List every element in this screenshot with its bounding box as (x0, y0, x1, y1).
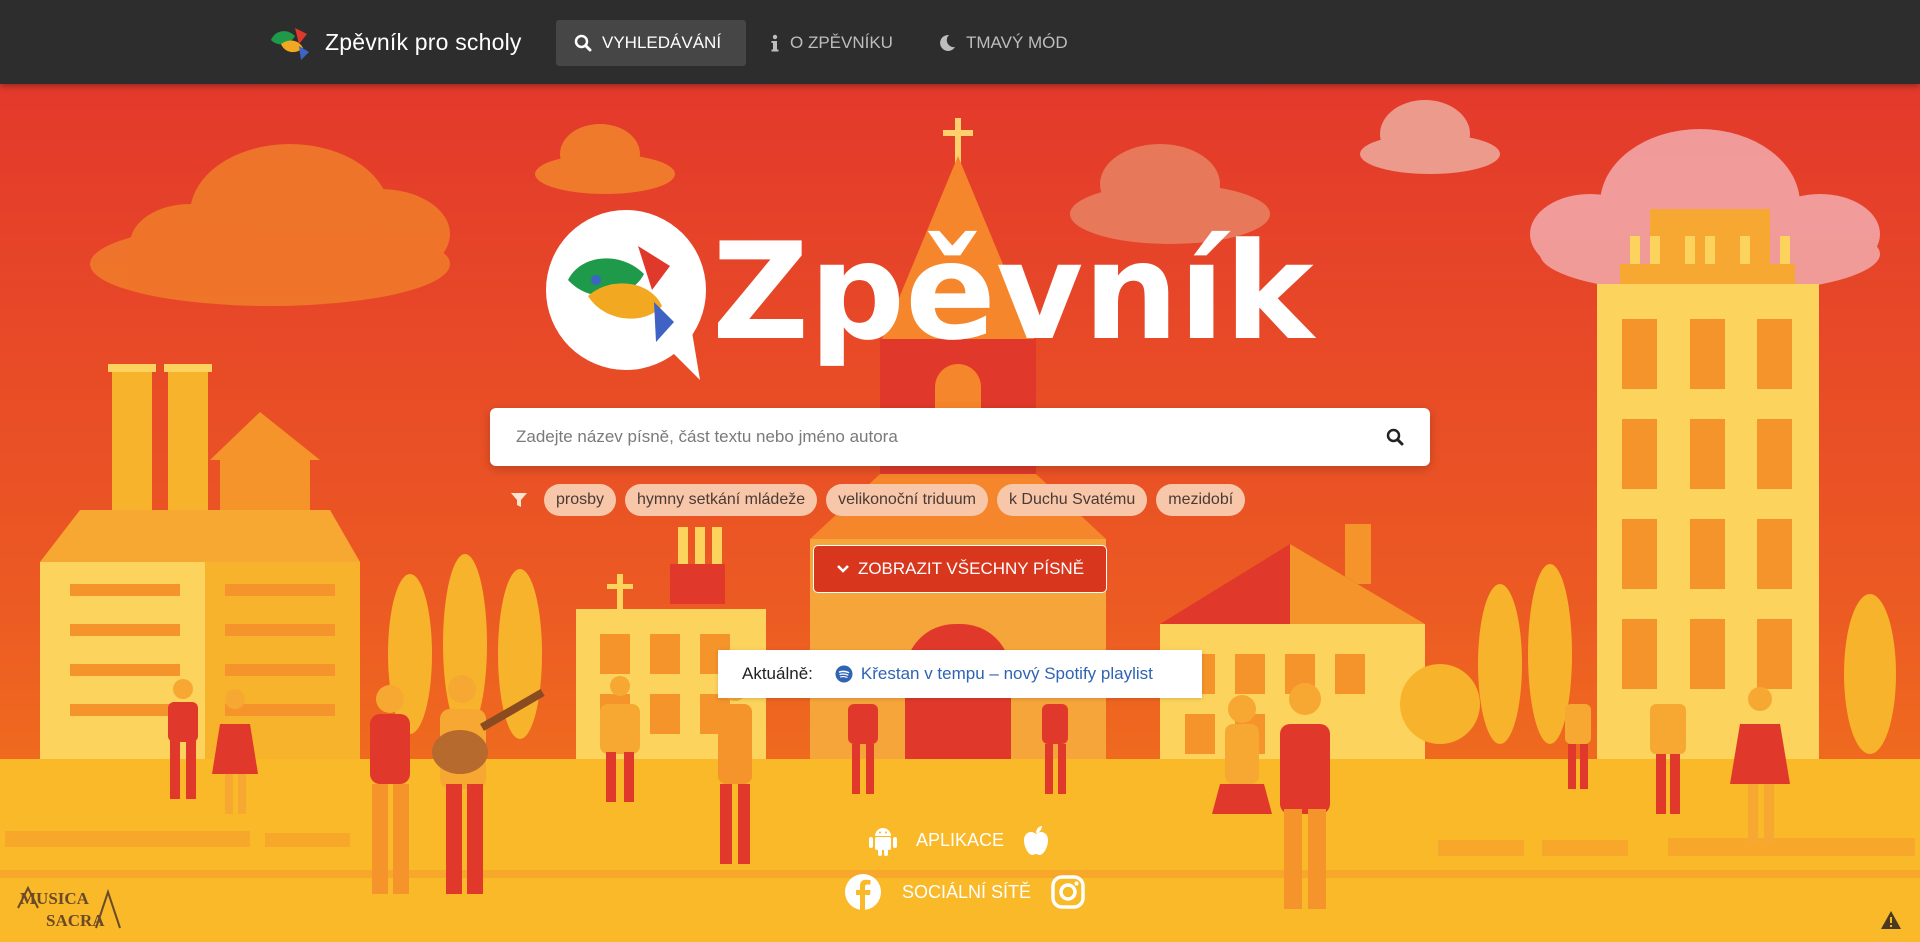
filter-tag[interactable]: velikonoční triduum (826, 484, 988, 516)
news-banner: Aktuálně: Křestan v tempu – nový Spotify… (718, 650, 1202, 698)
apartment-building (1597, 209, 1819, 854)
filter-tags: prosby hymny setkání mládeže velikonoční… (510, 484, 1254, 516)
hero-logo-text: Zpěvník (712, 214, 1317, 370)
search-icon (1386, 428, 1404, 446)
search-box (490, 408, 1430, 466)
brand-link[interactable]: Zpěvník pro scholy (267, 22, 522, 62)
nav-search-label: VYHLEDÁVÁNÍ (602, 33, 722, 52)
news-link[interactable]: Křestan v tempu – nový Spotify playlist (835, 664, 1153, 684)
moon-icon (940, 34, 955, 51)
filter-tag[interactable]: mezidobí (1156, 484, 1246, 516)
navbar: Zpěvník pro scholy VYHLEDÁVÁNÍ O ZPĚVNÍK… (0, 0, 1920, 84)
apple-icon[interactable] (1022, 824, 1050, 856)
info-icon (771, 34, 779, 52)
search-icon (574, 34, 592, 52)
filter-tag[interactable]: prosby (544, 484, 617, 516)
logo-bubble-icon (546, 210, 706, 380)
filter-tag[interactable]: hymny setkání mládeže (625, 484, 818, 516)
zpevnik-hero-logo: Zpěvník (546, 210, 1317, 380)
chevron-down-icon (837, 565, 849, 573)
nav-about-label: O ZPĚVNÍKU (790, 33, 893, 52)
apps-row: APLIKACE (868, 822, 1050, 858)
spotify-icon (835, 665, 853, 683)
zpevnik-logo-icon (271, 28, 309, 60)
show-all-label: ZOBRAZIT VŠECHNY PÍSNĚ (857, 559, 1085, 578)
nav-dark-label: TMAVÝ MÓD (966, 33, 1068, 52)
warning-icon[interactable] (1880, 910, 1902, 930)
news-label: Aktuálně: (742, 664, 813, 683)
social-row: SOCIÁLNÍ SÍTĚ (844, 872, 1085, 912)
news-link-text: Křestan v tempu – nový Spotify playlist (860, 664, 1153, 683)
brand-title: Zpěvník pro scholy (325, 28, 522, 55)
instagram-icon[interactable] (1051, 875, 1085, 909)
nav-dark-mode[interactable]: TMAVÝ MÓD (920, 20, 1086, 66)
facebook-icon[interactable] (844, 873, 882, 911)
apps-label: APLIKACE (916, 829, 1005, 850)
search-button[interactable] (1360, 408, 1430, 466)
nav-search[interactable]: VYHLEDÁVÁNÍ (556, 20, 746, 66)
android-icon[interactable] (868, 824, 898, 856)
social-label: SOCIÁLNÍ SÍTĚ (902, 881, 1032, 902)
show-all-songs-button[interactable]: ZOBRAZIT VŠECHNY PÍSNĚ (813, 545, 1107, 593)
nav-about[interactable]: O ZPĚVNÍKU (752, 20, 911, 66)
filter-icon[interactable] (510, 491, 528, 509)
musica-sacra-logo: MUSICA SACRA (17, 885, 121, 930)
search-input[interactable] (490, 408, 1360, 466)
filter-tag[interactable]: k Duchu Svatému (996, 484, 1148, 516)
